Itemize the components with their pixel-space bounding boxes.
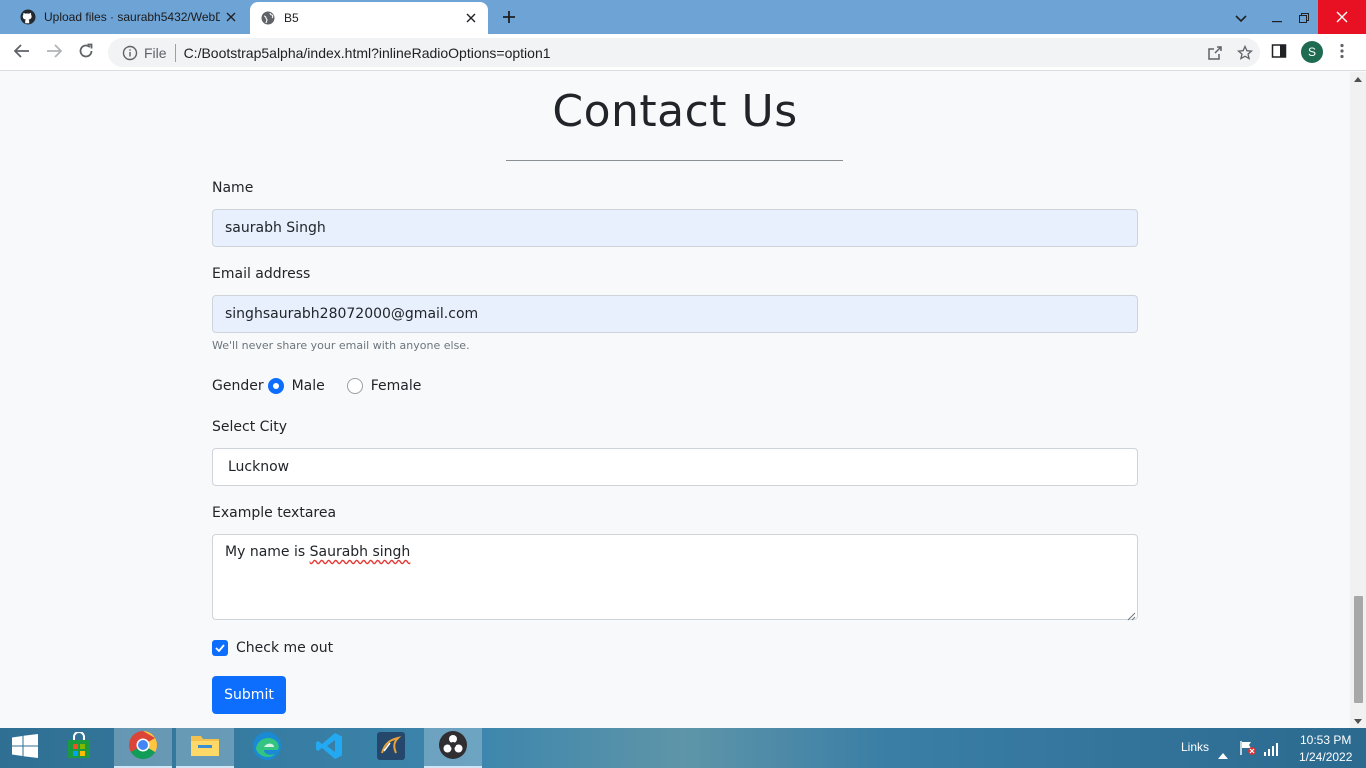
restore-button[interactable]	[1289, 0, 1319, 34]
tab-title: Upload files · saurabh5432/WebD	[44, 10, 220, 24]
textarea-label: Example textarea	[212, 505, 337, 521]
close-window-button[interactable]	[1318, 0, 1366, 34]
reload-icon	[78, 43, 94, 63]
page-scrollbar[interactable]	[1350, 72, 1366, 728]
tab-title: B5	[284, 11, 299, 25]
browser-toolbar: File C:/Bootstrap5alpha/index.html?inlin…	[0, 34, 1366, 71]
taskbar-clock-date[interactable]: 1/24/2022	[1299, 750, 1352, 764]
email-help-text: We'll never share your email with anyone…	[212, 339, 470, 352]
share-icon[interactable]	[1200, 45, 1230, 61]
name-input[interactable]: saurabh Singh	[212, 209, 1138, 247]
city-select[interactable]: Lucknow	[212, 448, 1138, 486]
resize-grip-icon[interactable]	[1127, 609, 1136, 621]
radio-male[interactable]	[267, 378, 284, 394]
email-label: Email address	[212, 266, 311, 282]
arrow-right-icon	[46, 43, 63, 63]
name-input-value: saurabh Singh	[225, 220, 326, 236]
chrome-taskbar-button[interactable]	[114, 728, 172, 768]
check-me-out-checkbox[interactable]	[212, 640, 228, 656]
mysql-workbench-taskbar-button[interactable]	[362, 728, 420, 768]
radio-female-label[interactable]: Female	[371, 378, 422, 394]
obs-taskbar-button[interactable]	[424, 728, 482, 768]
browser-menu-button[interactable]	[1328, 39, 1356, 67]
info-icon[interactable]	[116, 45, 144, 61]
email-input[interactable]: singhsaurabh28072000@gmail.com	[212, 295, 1138, 333]
address-separator	[174, 43, 176, 62]
gender-label: Gender	[212, 378, 264, 394]
radio-female[interactable]	[346, 378, 363, 394]
tray-chevron-up-icon[interactable]	[1218, 744, 1228, 763]
tab-close-icon[interactable]	[220, 6, 242, 28]
vscode-taskbar-button[interactable]	[300, 728, 358, 768]
start-button[interactable]	[0, 728, 50, 768]
check-me-out-label[interactable]: Check me out	[236, 640, 333, 656]
mysql-workbench-icon	[376, 731, 406, 765]
chevron-down-icon	[1235, 8, 1247, 27]
reload-button[interactable]	[72, 39, 100, 67]
new-tab-button[interactable]	[497, 6, 521, 28]
back-button[interactable]	[8, 39, 36, 67]
scroll-down-arrow-icon[interactable]	[1350, 714, 1366, 728]
check-me-out-row: Check me out	[212, 638, 333, 658]
address-url[interactable]: C:/Bootstrap5alpha/index.html?inlineRadi…	[184, 45, 1200, 61]
radio-male-label[interactable]: Male	[292, 378, 325, 394]
file-explorer-icon	[190, 732, 220, 762]
page-title: Contact Us	[552, 86, 798, 137]
bookmark-star-icon[interactable]	[1230, 44, 1260, 61]
name-label: Name	[212, 180, 254, 196]
arrow-left-icon	[13, 43, 30, 63]
scroll-up-arrow-icon[interactable]	[1350, 72, 1366, 86]
tab-b5[interactable]: B5	[250, 2, 488, 34]
email-input-value: singhsaurabh28072000@gmail.com	[225, 306, 479, 322]
city-label: Select City	[212, 419, 288, 435]
example-textarea[interactable]: My name is Saurabh singh	[212, 534, 1138, 621]
side-panel-icon	[1271, 43, 1287, 63]
windows-start-icon	[12, 734, 38, 762]
edge-taskbar-button[interactable]	[238, 728, 296, 768]
file-explorer-taskbar-button[interactable]	[176, 728, 234, 768]
edge-icon	[252, 731, 282, 765]
gender-radio-group: Gender Male Female	[212, 375, 439, 397]
page-viewport: Contact Us Name saurabh Singh Email addr…	[0, 72, 1350, 728]
city-select-value: Lucknow	[228, 459, 290, 475]
submit-button[interactable]: Submit	[212, 676, 286, 714]
store-taskbar-button[interactable]	[50, 728, 108, 768]
tab-upload-files[interactable]: Upload files · saurabh5432/WebD	[8, 0, 248, 34]
windows-taskbar: Links 10:53 PM 1/24/2022	[0, 728, 1366, 768]
profile-avatar[interactable]: S	[1301, 41, 1323, 63]
textarea-misspelled-text: Saurabh singh	[309, 544, 411, 560]
scrollbar-thumb[interactable]	[1354, 596, 1363, 703]
globe-icon	[260, 10, 276, 26]
taskbar-clock-time[interactable]: 10:53 PM	[1300, 733, 1351, 747]
minimize-button[interactable]	[1262, 0, 1292, 34]
address-scheme-label: File	[144, 44, 167, 61]
textarea-text: My name is	[225, 544, 310, 560]
title-divider	[506, 160, 843, 161]
obs-icon	[438, 730, 468, 764]
chrome-icon	[128, 730, 158, 764]
tab-search-button[interactable]	[1226, 0, 1256, 34]
vscode-icon	[315, 732, 343, 764]
restore-icon	[1299, 8, 1309, 27]
store-icon	[65, 731, 93, 764]
action-center-flag-icon[interactable]	[1239, 740, 1257, 760]
side-panel-button[interactable]	[1265, 39, 1293, 67]
kebab-menu-icon	[1340, 43, 1344, 63]
tab-strip: Upload files · saurabh5432/WebD B5	[0, 0, 1366, 34]
network-signal-icon[interactable]	[1263, 741, 1279, 760]
taskbar-links-toolbar[interactable]: Links	[1181, 740, 1209, 754]
minimize-icon	[1272, 8, 1282, 27]
tab-close-icon[interactable]	[460, 7, 482, 29]
address-bar[interactable]: File C:/Bootstrap5alpha/index.html?inlin…	[108, 38, 1260, 67]
close-icon	[1336, 8, 1348, 27]
github-icon	[20, 9, 36, 25]
forward-button[interactable]	[40, 39, 68, 67]
